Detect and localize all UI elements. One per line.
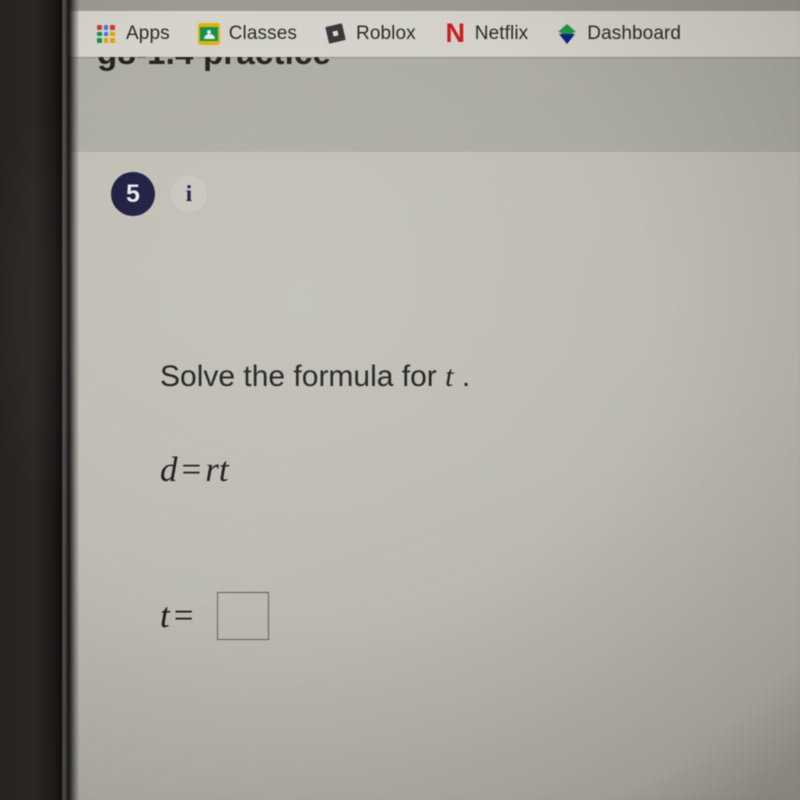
roblox-icon: [325, 23, 347, 45]
formula-right: rt: [205, 450, 229, 489]
prompt-text: Solve the formula for: [160, 360, 437, 393]
answer-input[interactable]: [217, 592, 270, 640]
question-number-badge: 5: [111, 172, 155, 216]
bookmark-netflix-label: Netflix: [474, 23, 529, 44]
answer-variable: t: [160, 596, 170, 635]
bookmark-classes-label: Classes: [228, 23, 297, 44]
dashboard-chevron-icon: [556, 23, 578, 45]
answer-row: t =: [160, 592, 270, 640]
bookmark-classes[interactable]: Classes: [197, 17, 297, 51]
bookmark-apps[interactable]: Apps: [95, 17, 170, 51]
formula-operator: =: [181, 450, 202, 489]
assignment-title: g8-1.4 practice: [97, 57, 331, 72]
bookmark-roblox-label: Roblox: [356, 23, 416, 44]
info-icon[interactable]: i: [171, 176, 207, 212]
google-classroom-icon: [197, 23, 220, 45]
laptop-bezel-left: [0, 0, 62, 800]
browser-screen: Apps Classes Roblox N Netflix Dashboard …: [69, 0, 800, 800]
bookmark-dashboard[interactable]: Dashboard: [556, 17, 681, 51]
question-header-row: 5 i: [111, 172, 207, 216]
photo-of-laptop-screen: Apps Classes Roblox N Netflix Dashboard …: [0, 0, 800, 800]
bezel-inner-shadow: [69, 0, 79, 800]
bookmark-netflix[interactable]: N Netflix: [444, 17, 529, 51]
given-formula: d = rt: [160, 450, 229, 490]
bookmark-dashboard-label: Dashboard: [587, 23, 682, 44]
formula-left: d: [160, 450, 178, 489]
prompt-period: .: [461, 360, 471, 393]
prompt-variable: t: [445, 360, 454, 393]
question-prompt: Solve the formula for t .: [160, 360, 470, 394]
answer-label: t =: [160, 596, 193, 636]
bookmark-apps-label: Apps: [126, 23, 170, 44]
netflix-n-icon: N: [445, 18, 466, 48]
assignment-header-band: g8-1.4 practice: [69, 57, 800, 152]
question-content-area: 5 i Solve the formula for t . d = rt t =: [69, 152, 800, 800]
bookmark-roblox[interactable]: Roblox: [325, 17, 416, 51]
answer-operator: =: [173, 596, 194, 635]
laptop-bezel-highlight: [62, 0, 69, 800]
browser-chrome-strip: [69, 0, 800, 11]
bookmarks-bar: Apps Classes Roblox N Netflix Dashboard: [69, 11, 800, 57]
google-apps-grid-icon: [95, 23, 117, 45]
